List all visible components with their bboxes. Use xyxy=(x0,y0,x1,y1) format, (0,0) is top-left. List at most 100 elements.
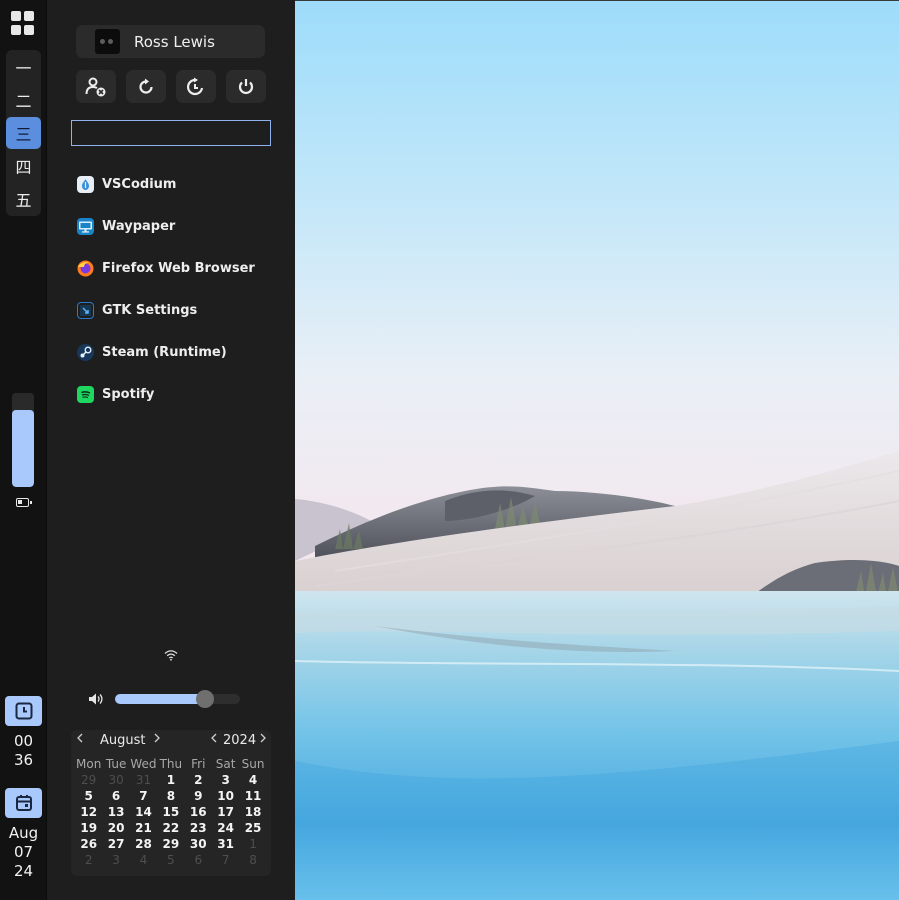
app-item-firefox[interactable]: Firefox Web Browser xyxy=(77,254,267,282)
calendar-week-row: 12 13 14 15 16 17 18 xyxy=(75,804,267,820)
calendar-day[interactable]: 19 xyxy=(75,820,102,836)
firefox-icon xyxy=(77,260,94,277)
calendar-day[interactable]: 11 xyxy=(239,788,266,804)
date-month: Aug xyxy=(8,824,39,842)
clock-widget[interactable]: 00 36 xyxy=(5,696,42,776)
wifi-icon[interactable] xyxy=(164,649,178,661)
grid-icon xyxy=(24,11,34,21)
calendar-weekday: Wed xyxy=(130,757,157,771)
grid-icon xyxy=(11,11,21,21)
chevron-right-icon xyxy=(154,733,160,743)
app-search-input[interactable] xyxy=(71,120,271,146)
calendar-day[interactable]: 31 xyxy=(212,836,239,852)
calendar-day-outside[interactable]: 3 xyxy=(102,852,129,868)
calendar-day[interactable]: 12 xyxy=(75,804,102,820)
logout-icon xyxy=(85,77,106,96)
calendar-day-outside[interactable]: 1 xyxy=(239,836,266,852)
prev-year-button[interactable] xyxy=(210,732,218,747)
calendar-day[interactable]: 9 xyxy=(185,788,212,804)
calendar-day-outside[interactable]: 4 xyxy=(130,852,157,868)
workspace-5-button[interactable]: 五 xyxy=(6,183,41,215)
calendar-day[interactable]: 3 xyxy=(212,772,239,788)
app-item-label: VSCodium xyxy=(102,176,177,192)
calendar-day[interactable]: 10 xyxy=(212,788,239,804)
calendar-day[interactable]: 26 xyxy=(75,836,102,852)
calendar-day[interactable]: 4 xyxy=(239,772,266,788)
next-month-button[interactable] xyxy=(153,732,161,747)
calendar-day[interactable]: 21 xyxy=(130,820,157,836)
calendar-day[interactable]: 27 xyxy=(102,836,129,852)
volume-slider[interactable] xyxy=(115,690,240,708)
date-widget[interactable]: Aug 07 24 xyxy=(5,788,42,888)
calendar-day[interactable]: 8 xyxy=(157,788,184,804)
calendar-day-outside[interactable]: 8 xyxy=(239,852,266,868)
chevron-left-icon xyxy=(211,733,217,743)
calendar-day[interactable]: 15 xyxy=(157,804,184,820)
app-launcher-button[interactable] xyxy=(11,11,35,35)
app-item-gtk-settings[interactable]: GTK Settings xyxy=(77,296,267,324)
calendar-day-outside[interactable]: 29 xyxy=(75,772,102,788)
workspace-4-button[interactable]: 四 xyxy=(6,150,41,182)
app-item-waypaper[interactable]: Waypaper xyxy=(77,212,267,240)
calendar-day[interactable]: 30 xyxy=(185,836,212,852)
calendar-day[interactable]: 14 xyxy=(130,804,157,820)
calendar-day[interactable]: 5 xyxy=(75,788,102,804)
calendar-day-outside[interactable]: 5 xyxy=(157,852,184,868)
volume-icon[interactable] xyxy=(88,692,104,706)
calendar-day-outside[interactable]: 30 xyxy=(102,772,129,788)
shutdown-button[interactable] xyxy=(226,70,266,103)
calendar-day[interactable]: 16 xyxy=(185,804,212,820)
calendar-day[interactable]: 1 xyxy=(157,772,184,788)
app-item-label: Firefox Web Browser xyxy=(102,260,255,276)
calendar-day[interactable]: 13 xyxy=(102,804,129,820)
calendar-month: August xyxy=(100,733,146,748)
calendar-day[interactable]: 2 xyxy=(185,772,212,788)
volume-slider-handle[interactable] xyxy=(196,690,214,708)
calendar-weekday: Tue xyxy=(105,757,127,771)
workspace-3-button[interactable]: 三 xyxy=(6,117,41,149)
calendar-day[interactable]: 22 xyxy=(157,820,184,836)
calendar-day[interactable]: 17 xyxy=(212,804,239,820)
waypaper-icon xyxy=(77,217,94,235)
logout-button[interactable] xyxy=(76,70,116,103)
chevron-left-icon xyxy=(77,733,83,743)
app-item-label: Spotify xyxy=(102,386,155,402)
suspend-button[interactable] xyxy=(176,70,216,103)
app-item-spotify[interactable]: Spotify xyxy=(77,380,267,408)
calendar-day[interactable]: 24 xyxy=(212,820,239,836)
calendar-day[interactable]: 25 xyxy=(239,820,266,836)
reboot-button[interactable] xyxy=(126,70,166,103)
next-year-button[interactable] xyxy=(259,732,267,747)
desktop: 一 二 三 四 五 00 36 Aug 07 24 Ross Lewis VSC… xyxy=(0,0,899,900)
wallpaper-image xyxy=(295,1,899,900)
prev-month-button[interactable] xyxy=(76,732,84,747)
calendar: August 2024 Mon Tue Wed Thu Fri Sat Sun 29 30 31 1… xyxy=(71,730,271,876)
calendar-day[interactable]: 20 xyxy=(102,820,129,836)
calendar-day-outside[interactable]: 31 xyxy=(130,772,157,788)
clock-hour: 00 xyxy=(13,732,34,750)
battery-icon xyxy=(16,498,32,507)
calendar-weekday: Sun xyxy=(241,757,265,771)
calendar-weekday: Sat xyxy=(215,757,236,771)
calendar-day[interactable]: 28 xyxy=(130,836,157,852)
workspace-1-button[interactable]: 一 xyxy=(6,51,41,83)
session-actions xyxy=(76,70,266,103)
date-day: 07 xyxy=(13,843,34,861)
app-item-vscodium[interactable]: VSCodium xyxy=(77,170,267,198)
calendar-day[interactable]: 18 xyxy=(239,804,266,820)
calendar-day-outside[interactable]: 7 xyxy=(212,852,239,868)
user-card[interactable]: Ross Lewis xyxy=(76,25,265,58)
brightness-slider[interactable] xyxy=(12,393,34,487)
grid-icon xyxy=(24,24,34,35)
user-name: Ross Lewis xyxy=(134,32,215,51)
calendar-weekday: Fri xyxy=(191,757,206,771)
calendar-day[interactable]: 7 xyxy=(130,788,157,804)
calendar-day[interactable]: 6 xyxy=(102,788,129,804)
calendar-day-outside[interactable]: 6 xyxy=(185,852,212,868)
calendar-week-row: 29 30 31 1 2 3 4 xyxy=(75,772,267,788)
calendar-day[interactable]: 29 xyxy=(157,836,184,852)
calendar-day[interactable]: 23 xyxy=(185,820,212,836)
workspace-2-button[interactable]: 二 xyxy=(6,84,41,116)
app-item-steam[interactable]: Steam (Runtime) xyxy=(77,338,267,366)
calendar-day-outside[interactable]: 2 xyxy=(75,852,102,868)
